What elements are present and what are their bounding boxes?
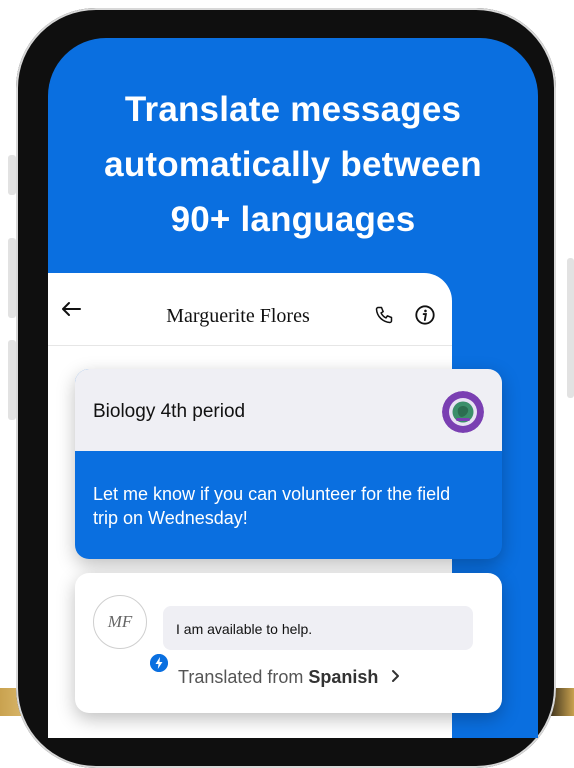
phone-power-button [567, 258, 574, 398]
info-icon[interactable] [414, 304, 436, 326]
lightning-badge-icon [148, 652, 170, 674]
headline-line-1: Translate messages [124, 90, 462, 129]
group-avatar [442, 391, 484, 433]
group-header: Biology 4th period [75, 369, 502, 451]
group-message-card[interactable]: Biology 4th period Let me know if you ca… [75, 369, 502, 559]
avatar: MF [93, 595, 170, 674]
reply-bubble: I am available to help. [163, 606, 473, 650]
headline-line-3: 90+ languages [170, 200, 416, 239]
reply-text: I am available to help. [176, 621, 313, 637]
translation-link[interactable]: Translated from Spanish [178, 667, 401, 688]
arrow-left-icon[interactable] [60, 301, 82, 317]
phone-icon[interactable] [374, 305, 394, 325]
chat-header: Marguerite Flores [48, 273, 452, 346]
phone-side-button [8, 340, 16, 420]
phone-side-button [8, 155, 16, 195]
avatar-initials: MF [107, 612, 133, 631]
group-message-text: Let me know if you can volunteer for the… [93, 484, 451, 528]
group-title: Biology 4th period [93, 401, 246, 422]
contact-name: Marguerite Flores [166, 305, 310, 327]
translated-prefix: Translated from [178, 667, 304, 687]
reply-message-card[interactable]: MF I am available to help. Translated fr… [75, 573, 502, 713]
chevron-right-icon [392, 670, 400, 682]
phone-side-button [8, 238, 16, 318]
headline: Translate messages automatically between… [48, 82, 538, 247]
headline-line-2: automatically between [104, 145, 482, 184]
translated-language: Spanish [308, 667, 379, 687]
